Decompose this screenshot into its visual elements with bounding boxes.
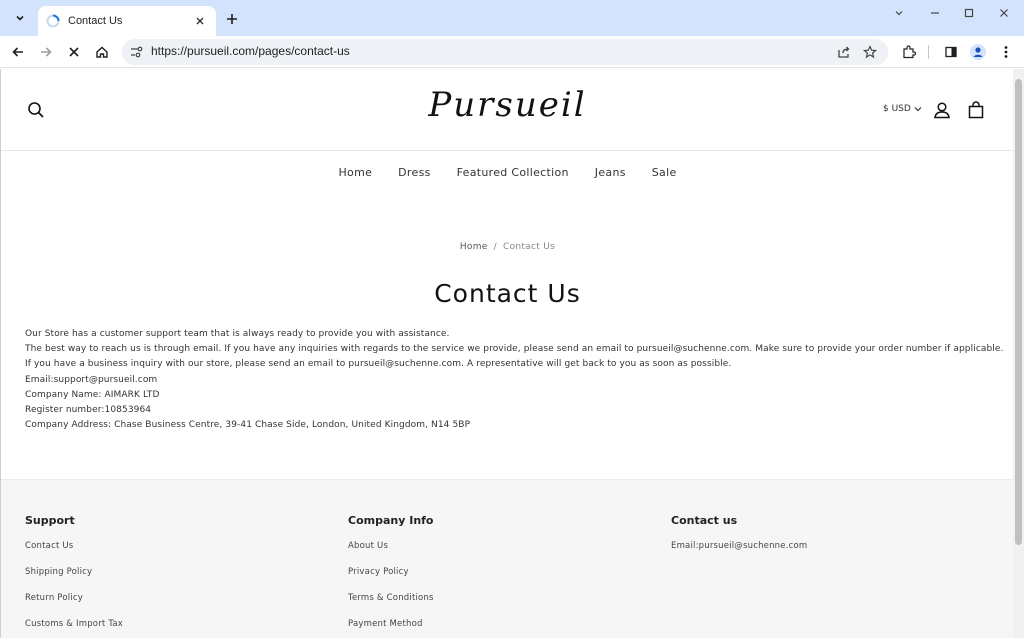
- maximize-icon[interactable]: [956, 4, 982, 22]
- extensions-button[interactable]: [898, 41, 920, 63]
- toolbar-divider: [928, 45, 929, 59]
- loading-favicon-icon: [46, 14, 60, 28]
- share-icon[interactable]: [837, 45, 851, 59]
- currency-selector[interactable]: $ USD: [883, 104, 922, 114]
- profile-button[interactable]: [967, 41, 989, 63]
- content-line: Company Address: Chase Business Centre, …: [25, 420, 471, 431]
- forward-button[interactable]: [35, 41, 57, 63]
- footer-company-column: Company Info About Us Privacy Policy Ter…: [348, 514, 434, 638]
- home-button[interactable]: [91, 41, 113, 63]
- profile-avatar-icon: [970, 44, 986, 60]
- home-icon: [96, 46, 108, 58]
- tab-title: Contact Us: [68, 15, 123, 27]
- footer-heading: Contact us: [671, 514, 738, 527]
- contact-content: Our Store has a customer support team th…: [25, 327, 1005, 433]
- footer-heading: Support: [25, 514, 75, 527]
- cart-button[interactable]: [965, 99, 987, 121]
- footer-support-column: Support Contact Us Shipping Policy Retur…: [25, 514, 123, 638]
- url-text: https://pursueil.com/pages/contact-us: [151, 44, 350, 58]
- scrollbar-thumb[interactable]: [1015, 79, 1022, 545]
- footer-contact-email[interactable]: Email:pursueil@suchenne.com: [671, 541, 807, 567]
- shopping-bag-icon: [968, 101, 984, 119]
- currency-label: $ USD: [883, 104, 911, 114]
- site-logo[interactable]: Pursueil: [1, 85, 1013, 125]
- browser-tab-bar: Contact Us: [0, 0, 1024, 36]
- chevron-down-icon: [914, 107, 922, 112]
- footer-link-customs-import-tax[interactable]: Customs & Import Tax: [25, 619, 123, 638]
- browser-toolbar: https://pursueil.com/pages/contact-us: [0, 36, 1024, 68]
- window-collapse-icon[interactable]: [886, 4, 912, 22]
- footer-link-about-us[interactable]: About Us: [348, 541, 434, 567]
- web-page: Pursueil $ USD Home Dress Featured Colle…: [0, 69, 1013, 638]
- account-button[interactable]: [931, 99, 953, 121]
- new-tab-button[interactable]: [222, 9, 242, 29]
- nav-item-jeans[interactable]: Jeans: [582, 166, 639, 179]
- arrow-left-icon: [12, 47, 23, 57]
- tab-close-icon[interactable]: [192, 13, 208, 29]
- window-close-icon[interactable]: [991, 4, 1017, 22]
- footer-heading: Company Info: [348, 514, 434, 527]
- active-tab[interactable]: Contact Us: [38, 6, 216, 36]
- address-bar[interactable]: https://pursueil.com/pages/contact-us: [122, 39, 888, 65]
- arrow-right-icon: [41, 47, 52, 57]
- tab-search-button[interactable]: [8, 7, 32, 29]
- puzzle-icon: [903, 45, 916, 59]
- footer-link-contact-us[interactable]: Contact Us: [25, 541, 123, 567]
- content-line: Our Store has a customer support team th…: [25, 329, 450, 339]
- minimize-icon[interactable]: [922, 4, 948, 22]
- content-line: Register number:10853964: [25, 405, 152, 416]
- back-button[interactable]: [7, 41, 29, 63]
- breadcrumb-separator: /: [493, 242, 497, 252]
- content-line: If you have a business inquiry with our …: [25, 359, 732, 370]
- more-vertical-icon: [1004, 46, 1008, 58]
- site-footer: Support Contact Us Shipping Policy Retur…: [1, 479, 1013, 638]
- page-title: Contact Us: [434, 279, 581, 308]
- footer-contact-column: Contact us Email:pursueil@suchenne.com: [671, 514, 807, 567]
- side-panel-button[interactable]: [940, 41, 962, 63]
- content-line: Company Name: AIMARK LTD: [25, 389, 160, 400]
- site-header: Pursueil $ USD: [1, 69, 1013, 151]
- breadcrumb: Home / Contact Us: [1, 242, 1013, 252]
- nav-item-sale[interactable]: Sale: [639, 166, 690, 179]
- stop-loading-button[interactable]: [63, 41, 85, 63]
- chevron-down-icon: [16, 15, 24, 21]
- nav-item-home[interactable]: Home: [325, 166, 385, 179]
- page-scrollbar[interactable]: [1013, 69, 1024, 638]
- bookmark-star-icon[interactable]: [863, 45, 877, 59]
- side-panel-icon: [945, 46, 957, 58]
- nav-item-dress[interactable]: Dress: [385, 166, 443, 179]
- nav-item-featured-collection[interactable]: Featured Collection: [444, 166, 582, 179]
- close-icon: [69, 47, 79, 57]
- footer-link-shipping-policy[interactable]: Shipping Policy: [25, 567, 123, 593]
- footer-link-return-policy[interactable]: Return Policy: [25, 593, 123, 619]
- breadcrumb-current: Contact Us: [502, 242, 556, 252]
- plus-icon: [227, 14, 237, 24]
- browser-menu-button[interactable]: [995, 41, 1017, 63]
- footer-link-privacy-policy[interactable]: Privacy Policy: [348, 567, 434, 593]
- site-settings-icon[interactable]: [130, 46, 143, 58]
- footer-link-terms-conditions[interactable]: Terms & Conditions: [348, 593, 434, 619]
- main-nav: Home Dress Featured Collection Jeans Sal…: [1, 166, 1013, 179]
- breadcrumb-home[interactable]: Home: [460, 242, 488, 252]
- user-icon: [934, 102, 950, 119]
- content-line: The best way to reach us is through emai…: [25, 344, 1004, 355]
- content-line: Email:support@pursueil.com: [25, 374, 158, 385]
- footer-link-payment-method[interactable]: Payment Method: [348, 619, 434, 638]
